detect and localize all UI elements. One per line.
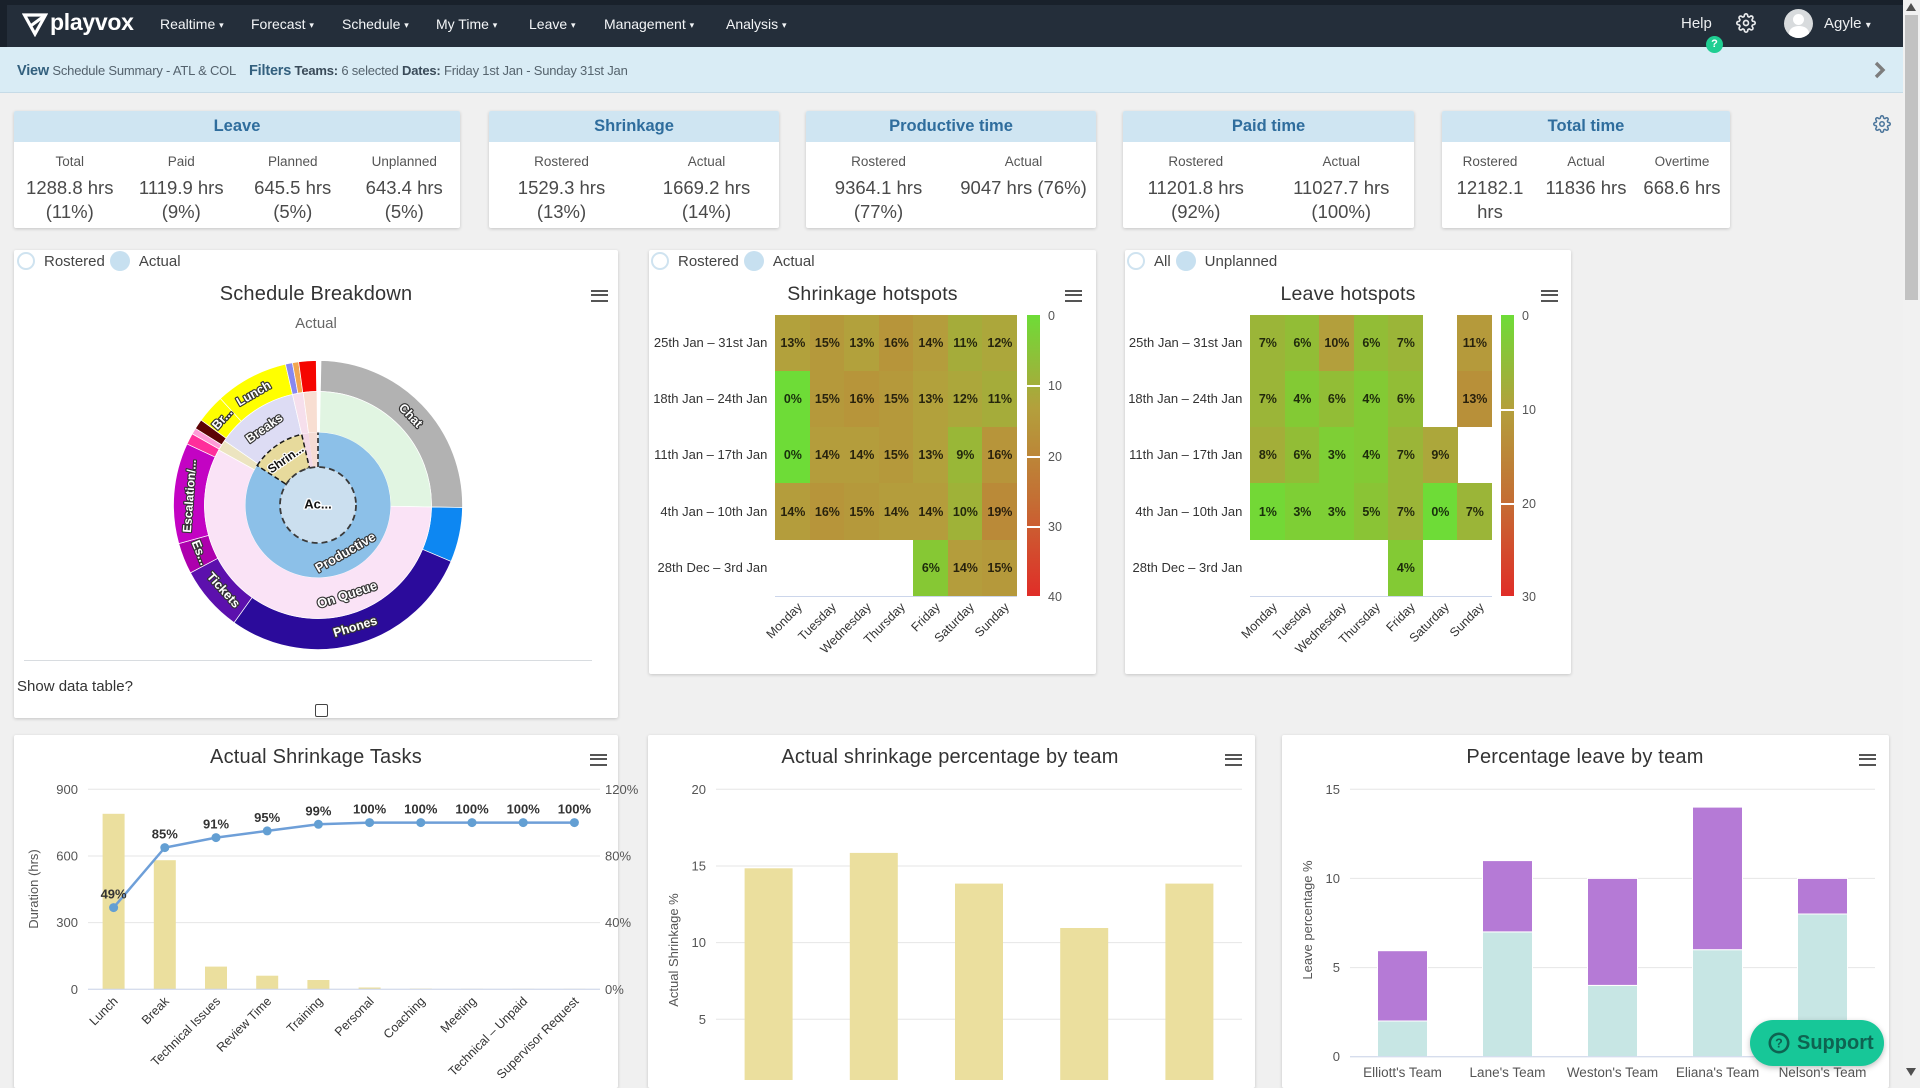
svg-text:10: 10 xyxy=(1326,871,1340,886)
svg-text:Meeting: Meeting xyxy=(438,994,479,1035)
svg-text:600: 600 xyxy=(56,849,78,864)
svg-text:Eliana's Team: Eliana's Team xyxy=(1676,1065,1759,1080)
svg-text:15: 15 xyxy=(692,859,706,874)
svg-text:120%: 120% xyxy=(605,782,639,797)
svg-text:0%: 0% xyxy=(605,982,624,997)
svg-text:85%: 85% xyxy=(152,827,178,842)
svg-text:95%: 95% xyxy=(254,810,280,825)
svg-text:100%: 100% xyxy=(558,802,592,817)
svg-text:100%: 100% xyxy=(404,802,438,817)
svg-text:20: 20 xyxy=(692,782,706,797)
svg-text:5: 5 xyxy=(1333,960,1340,975)
svg-text:100%: 100% xyxy=(507,802,541,817)
svg-text:Break: Break xyxy=(139,994,173,1028)
svg-text:80%: 80% xyxy=(605,849,631,864)
svg-text:?: ? xyxy=(1775,1037,1783,1051)
svg-text:100%: 100% xyxy=(455,802,489,817)
svg-text:300: 300 xyxy=(56,915,78,930)
svg-text:900: 900 xyxy=(56,782,78,797)
svg-text:Elliott's Team: Elliott's Team xyxy=(1363,1065,1442,1080)
svg-text:0: 0 xyxy=(1333,1049,1340,1064)
svg-text:Leave percentage %: Leave percentage % xyxy=(1300,860,1315,980)
svg-text:Review Time: Review Time xyxy=(214,994,275,1055)
svg-text:100%: 100% xyxy=(353,802,387,817)
svg-text:99%: 99% xyxy=(305,803,331,818)
svg-text:Lane's Team: Lane's Team xyxy=(1470,1065,1546,1080)
svg-text:Weston's Team: Weston's Team xyxy=(1567,1065,1658,1080)
svg-text:Personal: Personal xyxy=(332,994,377,1039)
svg-text:Coaching: Coaching xyxy=(381,994,428,1041)
svg-text:0: 0 xyxy=(71,982,78,997)
svg-text:Ac...: Ac... xyxy=(304,496,331,511)
svg-text:Training: Training xyxy=(284,994,326,1036)
svg-text:Lunch: Lunch xyxy=(87,994,121,1028)
svg-text:91%: 91% xyxy=(203,817,229,832)
svg-text:5: 5 xyxy=(699,1012,706,1027)
svg-text:10: 10 xyxy=(692,935,706,950)
svg-text:Nelson's Team: Nelson's Team xyxy=(1779,1065,1867,1080)
svg-text:Duration (hrs): Duration (hrs) xyxy=(26,849,41,928)
svg-text:49%: 49% xyxy=(101,887,127,902)
svg-text:40%: 40% xyxy=(605,915,631,930)
svg-text:15: 15 xyxy=(1326,782,1340,797)
svg-text:Actual Shrinkage %: Actual Shrinkage % xyxy=(666,893,681,1007)
